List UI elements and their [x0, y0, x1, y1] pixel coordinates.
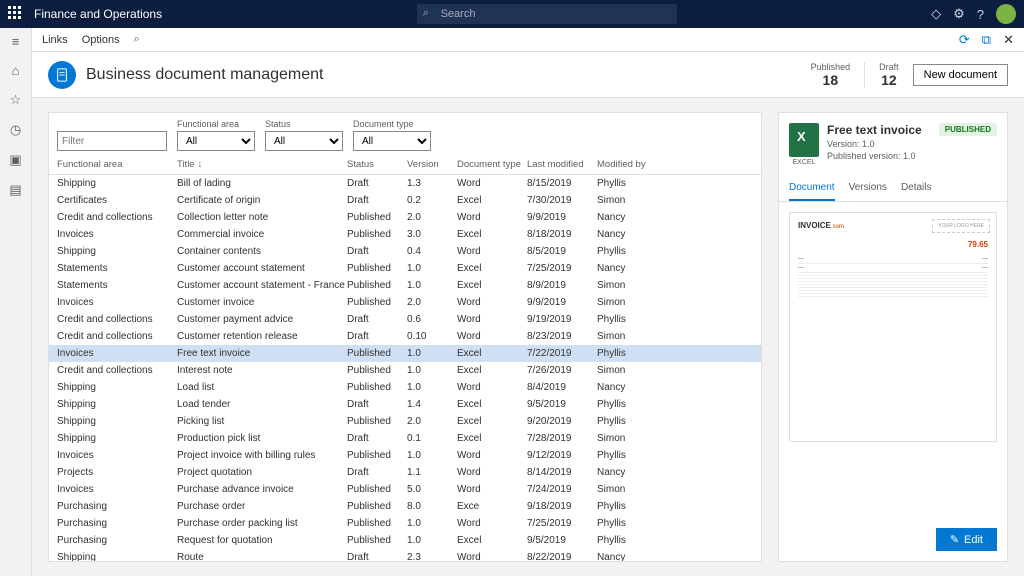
col-doctype[interactable]: Document type: [457, 159, 527, 170]
col-status[interactable]: Status: [347, 159, 407, 170]
table-row[interactable]: InvoicesFree text invoicePublished1.0Exc…: [49, 345, 761, 362]
table-row[interactable]: ShippingBill of ladingDraft1.3Word8/15/2…: [49, 175, 761, 192]
filter-input[interactable]: [57, 131, 167, 151]
table-row[interactable]: ProjectsProject quotationDraft1.1Word8/1…: [49, 464, 761, 481]
functional-area-label: Functional area: [177, 119, 255, 129]
links-menu[interactable]: Links: [42, 34, 68, 46]
table-row[interactable]: StatementsCustomer account statementPubl…: [49, 260, 761, 277]
table-row[interactable]: ShippingLoad listPublished1.0Word8/4/201…: [49, 379, 761, 396]
table-row[interactable]: CertificatesCertificate of originDraft0.…: [49, 192, 761, 209]
document-preview: YOUR LOGO HERE INVOICE som 79.65 —— ——: [779, 202, 1007, 518]
search-input[interactable]: [417, 4, 677, 24]
grid-header: Functional area Title ↓ Status Version D…: [49, 155, 761, 175]
workspaces-icon[interactable]: ▣: [9, 152, 21, 168]
col-title[interactable]: Title ↓: [177, 159, 347, 170]
options-menu[interactable]: Options: [82, 34, 120, 46]
close-icon[interactable]: ✕: [1003, 32, 1014, 48]
home-icon[interactable]: ⌂: [12, 63, 20, 78]
table-row[interactable]: ShippingContainer contentsDraft0.4Word8/…: [49, 243, 761, 260]
table-row[interactable]: Credit and collectionsCustomer payment a…: [49, 311, 761, 328]
help-icon[interactable]: ?: [977, 7, 984, 22]
sort-asc-icon: ↓: [198, 159, 203, 170]
detail-panel: EXCEL Free text invoice Version: 1.0 Pub…: [778, 112, 1008, 562]
col-version[interactable]: Version: [407, 159, 457, 170]
table-row[interactable]: PurchasingRequest for quotationPublished…: [49, 532, 761, 549]
col-by[interactable]: Modified by: [597, 159, 667, 170]
tab-details[interactable]: Details: [901, 176, 932, 201]
new-document-button[interactable]: New document: [913, 64, 1008, 86]
stat-draft: Draft 12: [879, 62, 899, 88]
page-header: Business document management Published 1…: [32, 52, 1024, 98]
document-grid: Functional area All Status All Document …: [48, 112, 762, 562]
table-row[interactable]: Credit and collectionsCollection letter …: [49, 209, 761, 226]
app-launcher-icon[interactable]: [8, 6, 24, 22]
table-row[interactable]: PurchasingPurchase order packing listPub…: [49, 515, 761, 532]
table-row[interactable]: ShippingProduction pick listDraft0.1Exce…: [49, 430, 761, 447]
global-topbar: Finance and Operations ⌕ ◇ ⚙ ?: [0, 0, 1024, 28]
popout-icon[interactable]: ⧉: [982, 32, 991, 48]
global-search: ⌕: [417, 4, 677, 24]
app-title: Finance and Operations: [34, 7, 162, 21]
table-row[interactable]: InvoicesCustomer invoicePublished2.0Word…: [49, 294, 761, 311]
search-icon: ⌕: [423, 7, 429, 20]
status-select[interactable]: All: [265, 131, 343, 151]
table-row[interactable]: ShippingLoad tenderDraft1.4Excel9/5/2019…: [49, 396, 761, 413]
filter-label: [57, 119, 167, 129]
refresh-icon[interactable]: ⟳: [959, 32, 970, 48]
table-row[interactable]: PurchasingPurchase orderPublished8.0Exce…: [49, 498, 761, 515]
recent-icon[interactable]: ◷: [10, 122, 21, 138]
table-row[interactable]: InvoicesProject invoice with billing rul…: [49, 447, 761, 464]
table-row[interactable]: StatementsCustomer account statement - F…: [49, 277, 761, 294]
doctype-filter-label: Document type: [353, 119, 431, 129]
table-row[interactable]: InvoicesCommercial invoicePublished3.0Ex…: [49, 226, 761, 243]
status-badge: PUBLISHED: [939, 123, 997, 136]
stat-published: Published 18: [811, 62, 851, 88]
logo-placeholder: YOUR LOGO HERE: [932, 219, 990, 233]
modules-icon[interactable]: ▤: [9, 182, 21, 198]
excel-file-icon: [789, 123, 819, 157]
table-row[interactable]: InvoicesPurchase advance invoicePublishe…: [49, 481, 761, 498]
pencil-icon: ✎: [950, 533, 959, 546]
table-row[interactable]: ShippingPicking listPublished2.0Excel9/2…: [49, 413, 761, 430]
settings-icon[interactable]: ⚙: [953, 6, 965, 22]
edit-button[interactable]: ✎Edit: [936, 528, 997, 551]
table-row[interactable]: ShippingRouteDraft2.3Word8/22/2019Nancy: [49, 549, 761, 561]
col-functional-area[interactable]: Functional area: [57, 159, 177, 170]
lightbulb-icon[interactable]: ◇: [931, 6, 941, 22]
action-bar: Links Options ⌕ ⟳ ⧉ ✕: [32, 28, 1024, 52]
functional-area-select[interactable]: All: [177, 131, 255, 151]
favorites-icon[interactable]: ☆: [10, 92, 22, 108]
detail-version: Version: 1.0: [827, 139, 931, 151]
grid-body: ShippingBill of ladingDraft1.3Word8/15/2…: [49, 175, 761, 561]
page-title: Business document management: [86, 66, 323, 84]
user-avatar[interactable]: [996, 4, 1016, 24]
divider: [864, 62, 865, 88]
status-filter-label: Status: [265, 119, 343, 129]
detail-tabs: Document Versions Details: [779, 176, 1007, 202]
tab-versions[interactable]: Versions: [849, 176, 887, 201]
table-row[interactable]: Credit and collectionsInterest notePubli…: [49, 362, 761, 379]
detail-published-version: Published version: 1.0: [827, 151, 931, 163]
tab-document[interactable]: Document: [789, 176, 835, 201]
grid-filters: Functional area All Status All Document …: [49, 113, 761, 155]
col-modified[interactable]: Last modified: [527, 159, 597, 170]
main-content: Functional area All Status All Document …: [32, 98, 1024, 576]
menu-icon[interactable]: ≡: [12, 34, 20, 49]
inline-search-icon[interactable]: ⌕: [134, 33, 140, 46]
page-icon: [48, 61, 76, 89]
table-row[interactable]: Credit and collectionsCustomer retention…: [49, 328, 761, 345]
detail-title: Free text invoice: [827, 123, 931, 137]
doctype-select[interactable]: All: [353, 131, 431, 151]
left-nav-rail: ≡ ⌂ ☆ ◷ ▣ ▤: [0, 28, 32, 576]
